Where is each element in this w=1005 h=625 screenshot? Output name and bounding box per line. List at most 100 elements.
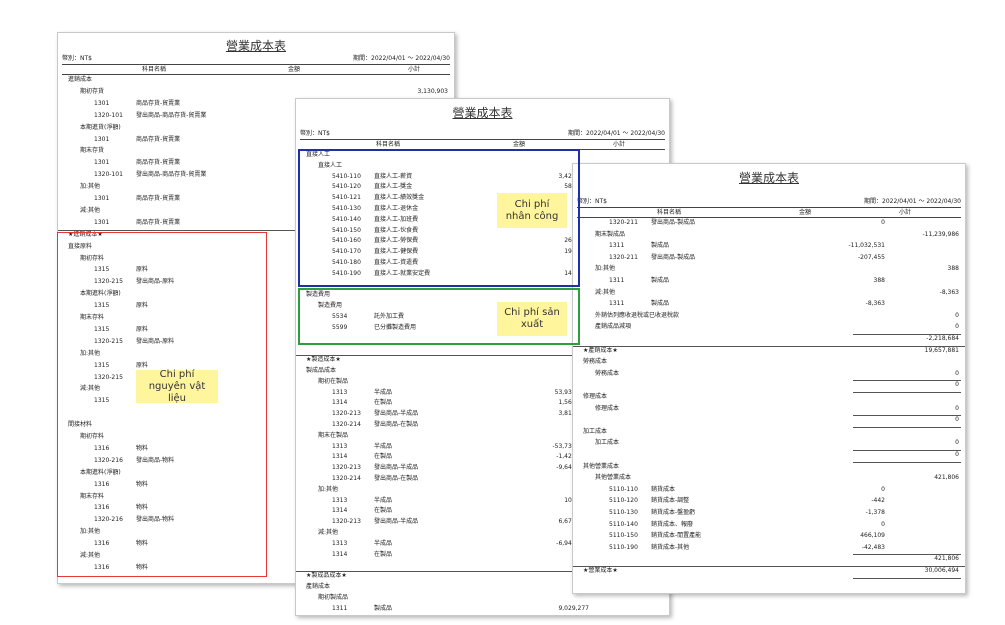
row-label: 產銷成品減項 (595, 323, 632, 331)
report-row: 421,806 (577, 554, 961, 564)
account-name: 銷貨成本-其他 (651, 543, 690, 551)
account-name: 發出商品-製成品 (651, 253, 696, 261)
account-code: 5110-140 (609, 520, 638, 528)
report-row: 1311 製成品 9,029,277 (300, 604, 665, 614)
account-code: 1301 (94, 99, 110, 107)
row-amount: -207,455 (858, 253, 885, 261)
account-code: 1314 (332, 507, 348, 515)
row-label: 外銷估列應收退稅或已收退稅款 (595, 311, 680, 319)
row-amount: -442 (871, 497, 885, 505)
header-subtotal: 小計 (407, 66, 420, 73)
period-label: 期間：2022/04/01 ～ 2022/04/30 (353, 55, 450, 62)
account-code: 1320-213 (332, 464, 361, 472)
report-row: 修理成本 0 (577, 404, 961, 414)
account-code: 1320-101 (94, 111, 123, 119)
report-row: 5110-140 銷貨成本、報廢 0 (577, 520, 961, 530)
column-header: 科目名稱 金額 小計 (62, 64, 450, 75)
row-label: 勞務成本 (583, 358, 608, 366)
report-row: 減:其他 -8,363 (577, 288, 961, 298)
account-name: 半成品 (374, 442, 393, 450)
row-label: ★製成品成本★ (306, 572, 347, 580)
row-subtotal: 0 (955, 439, 959, 447)
separator-line (853, 334, 961, 335)
materials-note: Chi phí nguyên vật liệu (136, 369, 218, 404)
column-header: 科目名稱 金額 小計 (577, 207, 961, 218)
row-subtotal: -11,239,986 (922, 230, 959, 238)
account-name: 發出商品-商品存貨-貿賣業 (136, 111, 207, 119)
account-name: 半成品 (374, 496, 393, 504)
row-label: 減:其他 (318, 529, 339, 536)
account-name: 在製品 (374, 399, 393, 407)
row-subtotal: 421,806 (934, 474, 959, 482)
report-row: 5110-130 銷貨成本-盤盈虧 -1,378 (577, 508, 961, 518)
account-name: 銷貨成本、報廢 (651, 520, 694, 528)
row-label: 其他營業成本 (583, 462, 620, 470)
row-subtotal: 0 (955, 311, 959, 319)
report-row: 加工成本 0 (577, 438, 961, 448)
account-name: 商品存貨-貿賣業 (136, 195, 181, 202)
report-row: 5110-110 銷貨成本 0 (577, 485, 961, 495)
account-name: 製成品 (651, 242, 670, 250)
report-row: 修理成本 (577, 392, 961, 402)
report-row: -2,218,684 (577, 334, 961, 344)
account-code: 1314 (332, 550, 348, 558)
account-code: 1311 (609, 300, 625, 308)
account-code: 1301 (94, 159, 110, 167)
report-row: 1311 製成品 -8,363 (577, 299, 961, 309)
report-row: 其他營業成本 (577, 462, 961, 472)
row-amount: 0 (881, 219, 885, 226)
account-code: 1320-213 (332, 518, 361, 526)
account-name: 商品存貨-貿賣業 (136, 159, 181, 167)
row-subtotal: 19,657,881 (924, 346, 959, 354)
report-row: 5110-150 銷貨成本-閒置產能 466,109 (577, 531, 961, 541)
period-label: 期間：2022/04/01 ～ 2022/04/30 (568, 130, 665, 137)
row-label: 製成品成本 (306, 367, 337, 374)
row-label: 減:其他 (80, 206, 101, 214)
separator-line (853, 577, 961, 579)
labor-note: Chi phí nhân công (497, 193, 567, 228)
row-label: 其他營業成本 (595, 474, 632, 482)
report-row: 期末製成品 -11,239,986 (577, 230, 961, 240)
row-label: 期初存貨 (80, 87, 105, 95)
row-label: 期初在製品 (318, 377, 349, 385)
report-row: 1311 製成品 -11,032,531 (577, 241, 961, 251)
currency-label: 幣別：NT$ (62, 55, 92, 62)
separator-line (853, 392, 961, 393)
row-subtotal: 0 (955, 404, 959, 412)
row-label: ★營業成本★ (583, 567, 618, 574)
account-code: 1313 (332, 539, 348, 547)
report-row: 0 (577, 380, 961, 390)
account-name: 半成品 (374, 539, 393, 547)
separator-line (853, 461, 961, 463)
report-row: 進銷成本 (62, 75, 450, 85)
account-code: 5110-150 (609, 532, 638, 540)
account-name: 在製品 (374, 550, 393, 558)
report-row: 期初存貨 3,130,903 (62, 87, 450, 97)
row-label: 加:其他 (80, 183, 101, 191)
row-label: ★製造成本★ (306, 356, 341, 364)
row-label: 修理成本 (595, 404, 620, 412)
header-account: 科目名稱 (142, 66, 167, 73)
materials-highlight-box (57, 232, 267, 577)
report-row: 外銷估列應收退稅或已收退稅款 0 (577, 311, 961, 321)
row-label: 本期進貨(淨額) (80, 123, 121, 131)
header-account: 科目名稱 (376, 141, 401, 148)
account-name: 銷貨成本 (651, 485, 676, 493)
account-code: 1314 (332, 453, 348, 461)
account-code: 1313 (332, 496, 348, 504)
report-row: 期初製成品 (300, 593, 665, 603)
row-subtotal: 0 (955, 323, 959, 331)
report-title: 營業成本表 (225, 39, 286, 53)
account-code: 1313 (332, 442, 348, 450)
row-label: 期末在製品 (318, 431, 349, 439)
account-name: 發出商品-製成品 (651, 219, 696, 226)
report-row: 1311 製成品 388 (577, 276, 961, 286)
separator-line (853, 554, 961, 556)
account-name: 在製品 (374, 453, 393, 461)
account-code: 5110-110 (609, 485, 638, 493)
report-row: 勞務成本 0 (577, 369, 961, 379)
account-code: 1320-214 (332, 421, 361, 428)
row-label: 產銷成本 (306, 583, 331, 590)
row-label: 加工成本 (583, 427, 608, 435)
account-name: 製成品 (651, 300, 670, 308)
